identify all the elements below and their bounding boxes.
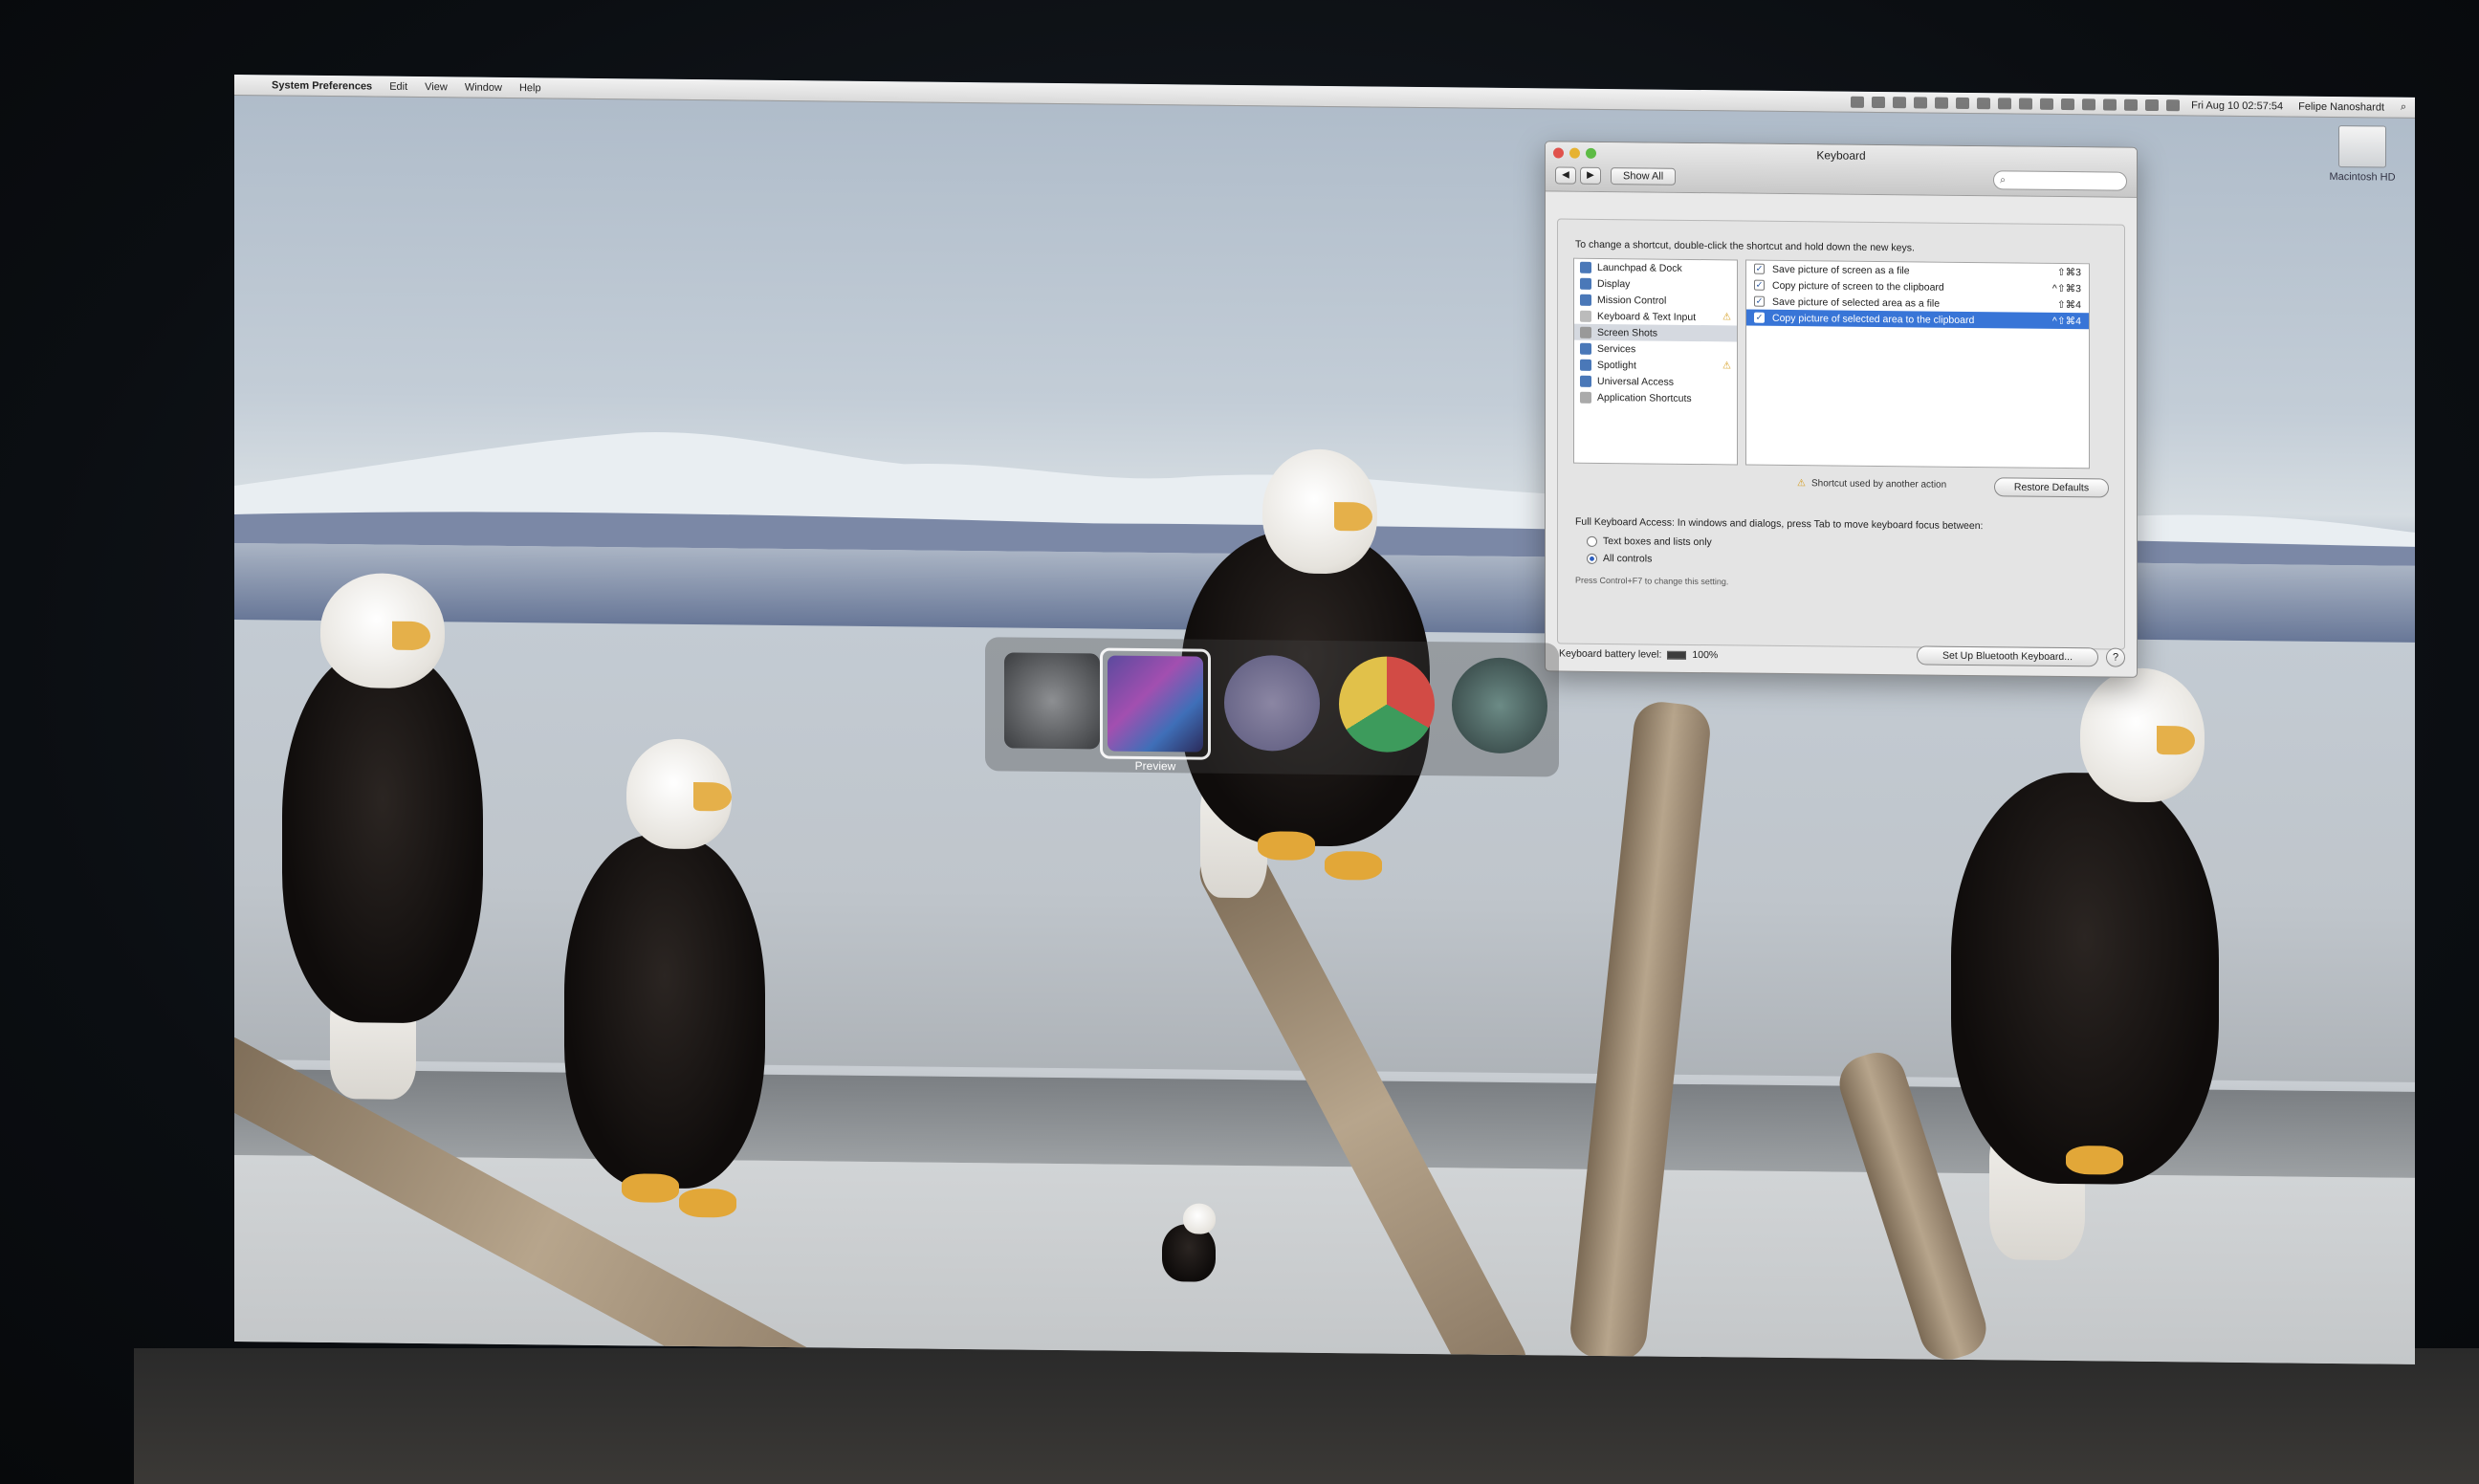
display-icon (1580, 277, 1591, 290)
forward-button[interactable]: ▶ (1580, 166, 1601, 185)
spotlight-icon (1580, 359, 1591, 371)
switcher-selected-label: Preview (1134, 758, 1176, 774)
app-icon-badge[interactable] (1224, 654, 1320, 752)
app-switcher: Preview (985, 637, 1559, 777)
show-all-button[interactable]: Show All (1611, 167, 1677, 186)
status-icon-2[interactable] (1872, 96, 1886, 108)
warning-icon: ⚠ (1722, 312, 1731, 323)
conflict-note: ⚠ Shortcut used by another action (1797, 478, 1947, 491)
mission-control-icon (1580, 294, 1591, 306)
flag-icon[interactable] (2166, 98, 2181, 111)
terminal-icon[interactable] (1452, 657, 1547, 754)
menubar-user[interactable]: Felipe Nanoshardt (2291, 100, 2392, 113)
status-icon-7[interactable] (1977, 97, 1991, 109)
hint-text: Press Control+F7 to change this setting. (1575, 575, 1729, 587)
status-icon-10[interactable] (2040, 98, 2054, 110)
status-icon-5[interactable] (1935, 97, 1949, 109)
desktop-drive-label: Macintosh HD (2329, 170, 2396, 184)
launchpad-icon (1580, 261, 1591, 273)
bluetooth-icon[interactable] (2061, 98, 2075, 110)
universal-access-icon (1580, 375, 1591, 387)
category-item[interactable]: Universal Access (1574, 373, 1737, 391)
battery-level-icon (1667, 650, 1687, 660)
shortcut-checkbox[interactable]: ✓ (1754, 279, 1765, 291)
bluetooth-keyboard-button[interactable]: Set Up Bluetooth Keyboard... (1917, 645, 2098, 667)
restore-defaults-button[interactable]: Restore Defaults (1994, 477, 2109, 498)
status-icon-6[interactable] (1956, 97, 1970, 109)
menu-window[interactable]: Window (456, 81, 511, 94)
screenshot-icon (1580, 326, 1591, 338)
time-machine-icon[interactable] (2082, 98, 2096, 110)
radio-button[interactable] (1587, 535, 1597, 547)
warning-icon: ⚠ (1722, 360, 1731, 372)
battery-fill (1668, 651, 1686, 659)
chrome-icon[interactable] (1339, 656, 1435, 753)
menu-help[interactable]: Help (511, 82, 550, 94)
radio-text-boxes[interactable]: Text boxes and lists only (1587, 535, 1712, 548)
instruction-text: To change a shortcut, double-click the s… (1575, 238, 1915, 254)
shortcut-list[interactable]: ✓ Save picture of screen as a file ⇧⌘3 ✓ Co… (1745, 259, 2090, 469)
menubar-clock[interactable]: Fri Aug 10 02:57:54 (2183, 99, 2291, 112)
desktop-drive[interactable]: Macintosh HD (2319, 125, 2405, 184)
status-icon-4[interactable] (1914, 96, 1928, 109)
search-input[interactable] (2006, 174, 2112, 187)
status-icon-9[interactable] (2019, 98, 2033, 110)
menu-app-name[interactable]: System Preferences (263, 79, 381, 92)
window-titlebar[interactable]: Keyboard ◀ ▶ Show All ⌕ (1546, 142, 2137, 198)
category-item[interactable]: Keyboard & Text Input ⚠ (1574, 308, 1737, 326)
back-button[interactable]: ◀ (1555, 166, 1576, 185)
category-item[interactable]: Application Shortcuts (1574, 389, 1737, 407)
category-item[interactable]: Launchpad & Dock (1574, 259, 1737, 277)
keyboard-preferences-window: Keyboard ◀ ▶ Show All ⌕ To change a shor… (1545, 141, 2138, 678)
volume-icon[interactable] (2103, 98, 2117, 111)
radio-button-selected[interactable] (1587, 553, 1597, 564)
spotlight-icon[interactable]: ⌕ (2392, 101, 2415, 114)
shortcut-checkbox[interactable]: ✓ (1754, 295, 1765, 307)
status-icon-8[interactable] (1998, 97, 2012, 109)
search-field[interactable]: ⌕ (1993, 170, 2127, 191)
category-item-selected[interactable]: Screen Shots (1574, 323, 1737, 342)
radio-all-controls[interactable]: All controls (1587, 553, 1652, 565)
services-icon (1580, 342, 1591, 355)
category-item[interactable]: Display (1574, 275, 1737, 294)
hard-drive-icon (2338, 125, 2386, 168)
keyboard-icon (1580, 310, 1591, 322)
shortcut-row-selected[interactable]: ✓ Copy picture of selected area to the cl… (1746, 309, 2089, 330)
battery-value: 100% (1692, 648, 1719, 662)
screen: System Preferences Edit View Window Help… (234, 75, 2415, 1364)
window-title: Keyboard (1816, 148, 1866, 163)
dashboard-icon[interactable] (1004, 652, 1100, 750)
shortcuts-panel: To change a shortcut, double-click the s… (1557, 218, 2125, 650)
keyboard-battery: Keyboard battery level: 100% (1559, 647, 1719, 662)
category-item[interactable]: Services (1574, 340, 1737, 359)
app-shortcuts-icon (1580, 391, 1591, 404)
shortcut-checkbox[interactable]: ✓ (1754, 263, 1765, 274)
warning-icon: ⚠ (1797, 478, 1806, 490)
help-button[interactable]: ? (2106, 647, 2125, 667)
category-list[interactable]: Launchpad & Dock Display Mission Control… (1573, 257, 1738, 466)
status-icon-3[interactable] (1893, 96, 1907, 108)
full-keyboard-access-label: Full Keyboard Access: In windows and dia… (1575, 515, 1984, 533)
desk-surface (134, 1348, 2479, 1484)
category-item[interactable]: Spotlight ⚠ (1574, 357, 1737, 375)
battery-icon[interactable] (2145, 98, 2160, 111)
preview-icon[interactable] (1108, 655, 1203, 753)
shortcut-checkbox[interactable]: ✓ (1754, 312, 1765, 323)
menu-edit[interactable]: Edit (381, 80, 416, 92)
wifi-icon[interactable] (2124, 98, 2139, 111)
menu-view[interactable]: View (416, 80, 456, 93)
category-item[interactable]: Mission Control (1574, 292, 1737, 310)
status-icon-1[interactable] (1851, 96, 1865, 108)
